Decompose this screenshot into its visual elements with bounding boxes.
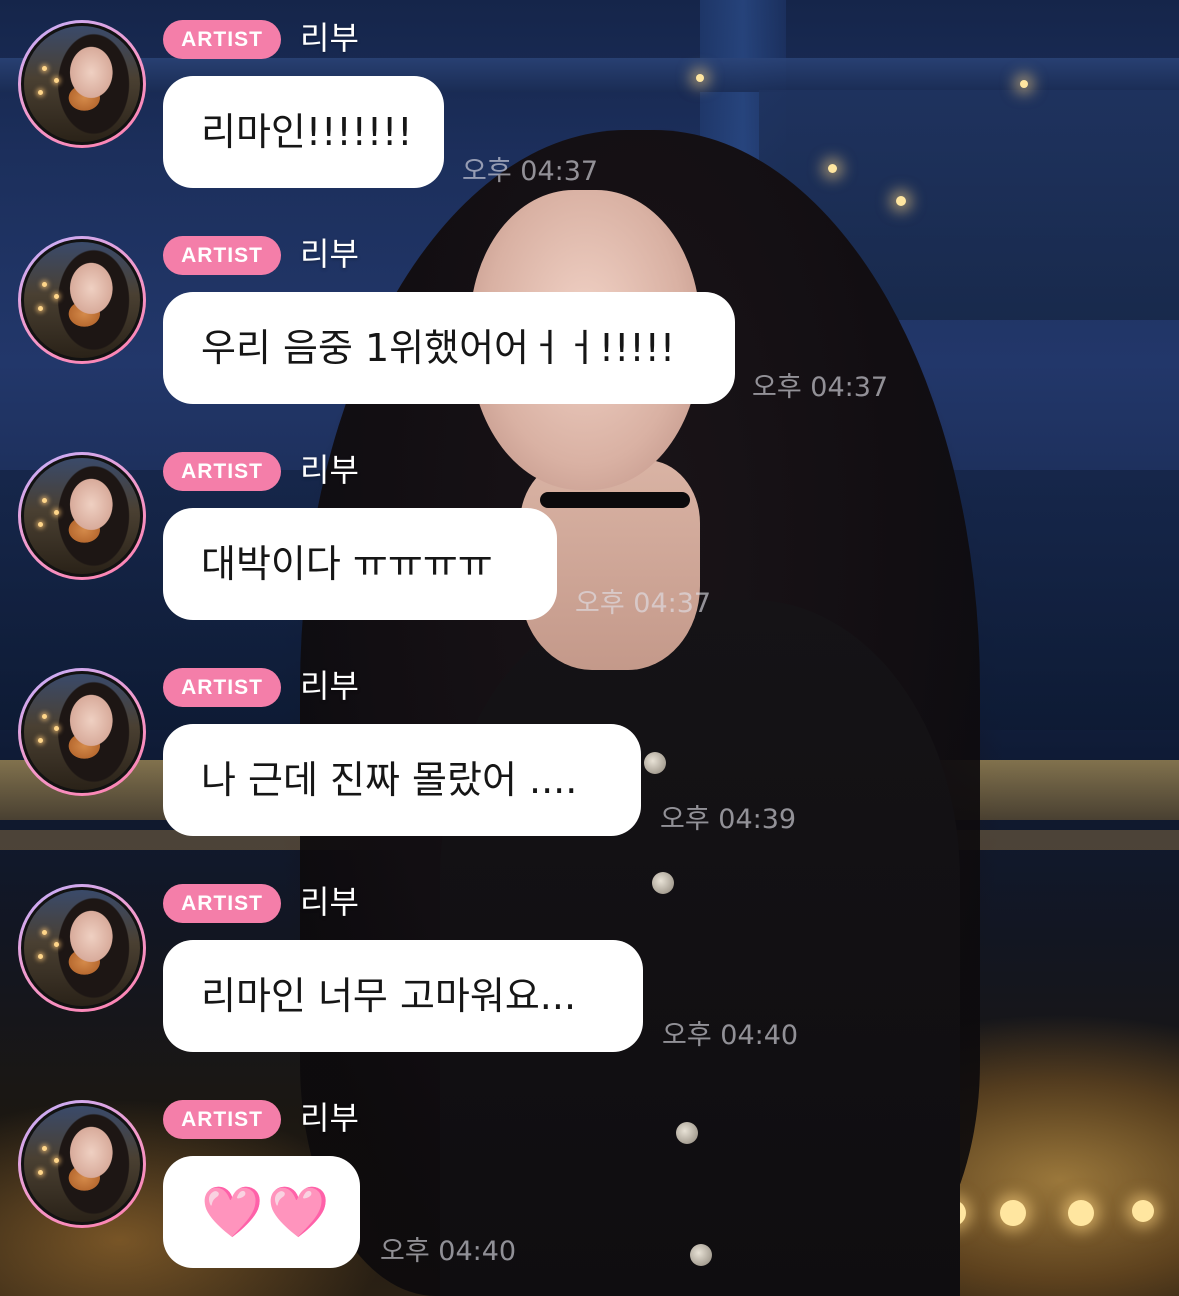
artist-badge: ARTIST [163, 236, 281, 275]
chat-message: ARTIST 리부 나 근데 진짜 몰랐어 .... 오후 04:39 [0, 648, 1179, 864]
chat-message: ARTIST 리부 리마인!!!!!!! 오후 04:37 [0, 0, 1179, 216]
sender-name[interactable]: 리부 [300, 448, 359, 492]
avatar-photo-icon [21, 23, 143, 145]
sender-name[interactable]: 리부 [300, 880, 359, 924]
message-bubble[interactable]: 나 근데 진짜 몰랐어 .... [163, 724, 641, 836]
artist-badge: ARTIST [163, 452, 281, 491]
message-timestamp: 오후 04:37 [575, 588, 712, 619]
sender-name[interactable]: 리부 [300, 232, 359, 276]
artist-avatar[interactable] [18, 1100, 146, 1228]
avatar-photo-icon [21, 887, 143, 1009]
avatar-photo-icon [21, 671, 143, 793]
chat-message: ARTIST 리부 🩷🩷 오후 04:40 [0, 1080, 1179, 1296]
message-bubble[interactable]: 대박이다 ㅠㅠㅠㅠ [163, 508, 557, 620]
avatar-photo-icon [21, 239, 143, 361]
artist-avatar[interactable] [18, 668, 146, 796]
sender-name[interactable]: 리부 [300, 16, 359, 60]
message-timestamp: 오후 04:40 [662, 1020, 799, 1051]
message-timestamp: 오후 04:39 [660, 804, 797, 835]
heart-emoji-bubble[interactable]: 🩷🩷 [163, 1156, 360, 1268]
sender-name[interactable]: 리부 [300, 664, 359, 708]
artist-avatar[interactable] [18, 452, 146, 580]
artist-badge: ARTIST [163, 668, 281, 707]
chat-message: ARTIST 리부 우리 음중 1위했어어ㅓㅓ!!!!! 오후 04:37 [0, 216, 1179, 432]
artist-badge: ARTIST [163, 1100, 281, 1139]
message-bubble[interactable]: 리마인!!!!!!! [163, 76, 444, 188]
sender-name[interactable]: 리부 [300, 1096, 359, 1140]
artist-badge: ARTIST [163, 20, 281, 59]
chat-message: ARTIST 리부 리마인 너무 고마워요... 오후 04:40 [0, 864, 1179, 1080]
message-timestamp: 오후 04:37 [752, 372, 889, 403]
avatar-photo-icon [21, 455, 143, 577]
artist-avatar[interactable] [18, 236, 146, 364]
message-timestamp: 오후 04:37 [462, 156, 599, 187]
avatar-photo-icon [21, 1103, 143, 1225]
chat-message: ARTIST 리부 대박이다 ㅠㅠㅠㅠ 오후 04:37 [0, 432, 1179, 648]
artist-avatar[interactable] [18, 20, 146, 148]
chat-message-list[interactable]: ARTIST 리부 리마인!!!!!!! 오후 04:37 ARTIST 리부 … [0, 0, 1179, 1296]
artist-badge: ARTIST [163, 884, 281, 923]
message-bubble[interactable]: 리마인 너무 고마워요... [163, 940, 643, 1052]
artist-avatar[interactable] [18, 884, 146, 1012]
message-bubble[interactable]: 우리 음중 1위했어어ㅓㅓ!!!!! [163, 292, 735, 404]
message-timestamp: 오후 04:40 [380, 1236, 517, 1267]
